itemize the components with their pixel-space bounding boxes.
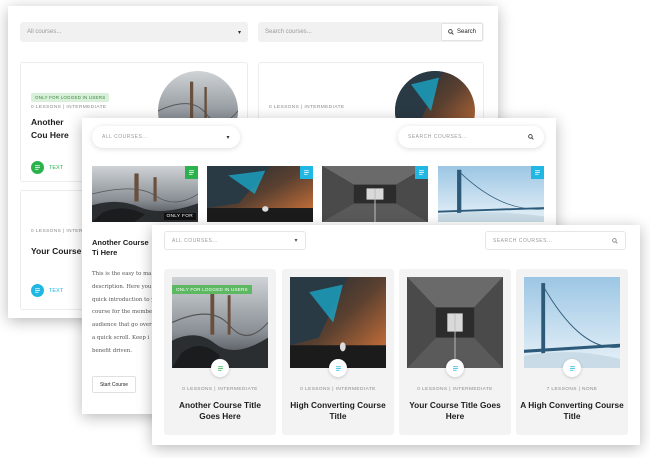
course-search-input[interactable]: SEARCH COURSES...: [398, 126, 544, 148]
doc-icon: [31, 161, 44, 174]
doc-icon: [211, 359, 229, 377]
course-title[interactable]: A High Converting Course Title: [520, 400, 624, 422]
course-filter-placeholder: All courses...: [27, 29, 62, 35]
course-filter-select[interactable]: ALL COURSES... ▾: [92, 126, 240, 148]
description-line: benefit driven.: [92, 347, 132, 354]
course-card[interactable]: 0 LESSONS | INTERMEDIATE High Converting…: [282, 269, 394, 435]
logged-in-badge: ONLY FOR LOGGED IN USERS: [31, 93, 110, 102]
course-meta: 0 LESSONS | INTERMEDIATE: [269, 105, 345, 110]
course-filter-select[interactable]: ALL COURSES... ▾: [164, 231, 306, 250]
course-title[interactable]: Another Course Title Goes Here: [168, 400, 272, 422]
course-image: [290, 277, 386, 368]
course-meta: 0 LESSONS | INTERMEDIATE: [417, 387, 493, 392]
course-thumbnail[interactable]: [207, 166, 313, 222]
doc-icon: [329, 359, 347, 377]
course-title[interactable]: High Converting Course Title: [286, 400, 390, 422]
description-line: quick introduction to y: [92, 296, 155, 303]
search-button[interactable]: Search: [440, 23, 483, 41]
course-filter-select[interactable]: All courses... ▾: [20, 22, 248, 42]
search-icon[interactable]: [612, 237, 618, 244]
description-line: description. Here you: [92, 283, 152, 290]
chevron-down-icon: ▾: [294, 238, 298, 244]
doc-icon: [415, 166, 428, 179]
course-thumbnail[interactable]: [322, 166, 428, 222]
logged-in-badge: ONLY FOR: [163, 213, 196, 220]
search-button-label: Search: [456, 29, 476, 35]
chevron-down-icon: ▾: [237, 29, 241, 36]
doc-icon: [563, 359, 581, 377]
course-card[interactable]: 7 LESSONS | NONE A High Converting Cours…: [516, 269, 628, 435]
text-button-label: TEXT: [49, 164, 64, 171]
course-meta: 0 LESSONS | INTERMEDIATE: [182, 387, 258, 392]
course-meta: 0 LESSONS | INTERMEDIATE: [31, 105, 107, 110]
search-icon: [448, 29, 454, 35]
course-title[interactable]: Another Cou Here: [31, 116, 81, 142]
course-thumbnail[interactable]: [438, 166, 544, 222]
course-search-input[interactable]: Search courses... Search: [258, 22, 484, 42]
course-filter-placeholder: ALL COURSES...: [102, 134, 148, 140]
search-placeholder: SEARCH COURSES...: [493, 237, 553, 244]
course-thumbnail[interactable]: ONLY FOR: [92, 166, 198, 222]
description-line: This is the easy to ma: [92, 271, 152, 277]
course-meta: 7 LESSONS | NONE: [546, 387, 598, 392]
doc-icon: [446, 359, 464, 377]
description-line: audience that go over: [92, 322, 152, 329]
course-meta: 0 LESSONS | INTERMEDIATE: [300, 387, 376, 392]
course-description: This is the easy to ma description. Here…: [92, 268, 156, 358]
course-card[interactable]: 0 LESSONS | INTERMEDIATE Your Course Tit…: [399, 269, 511, 435]
search-icon[interactable]: [528, 134, 534, 140]
search-placeholder: Search courses...: [265, 29, 312, 35]
logged-in-badge: ONLY FOR LOGGED IN USERS: [172, 285, 252, 294]
course-title[interactable]: Your Course T: [31, 246, 89, 256]
course-title[interactable]: Your Course Title Goes Here: [403, 400, 507, 422]
course-search-input[interactable]: SEARCH COURSES...: [485, 231, 626, 250]
course-list-panel-front: ALL COURSES... ▾ SEARCH COURSES... ONLY …: [152, 225, 640, 445]
doc-icon: [300, 166, 313, 179]
course-filter-placeholder: ALL COURSES...: [172, 237, 218, 244]
text-button-label: TEXT: [49, 287, 64, 294]
chevron-down-icon: ▾: [226, 134, 230, 141]
course-card[interactable]: ONLY FOR LOGGED IN USERS 0 LESSONS | INT…: [164, 269, 276, 435]
text-button[interactable]: TEXT: [31, 161, 63, 174]
doc-icon: [185, 166, 198, 179]
doc-icon: [31, 284, 44, 297]
description-line: a quick scroll. Keep i: [92, 334, 150, 341]
text-button[interactable]: TEXT: [31, 284, 63, 297]
search-placeholder: SEARCH COURSES...: [408, 134, 468, 140]
start-course-button[interactable]: Start Course: [92, 376, 136, 393]
course-title[interactable]: Another Course Ti Here: [92, 238, 156, 258]
doc-icon: [531, 166, 544, 179]
course-image: [524, 277, 620, 368]
course-image: [407, 277, 503, 368]
description-line: course for the membe: [92, 309, 153, 316]
